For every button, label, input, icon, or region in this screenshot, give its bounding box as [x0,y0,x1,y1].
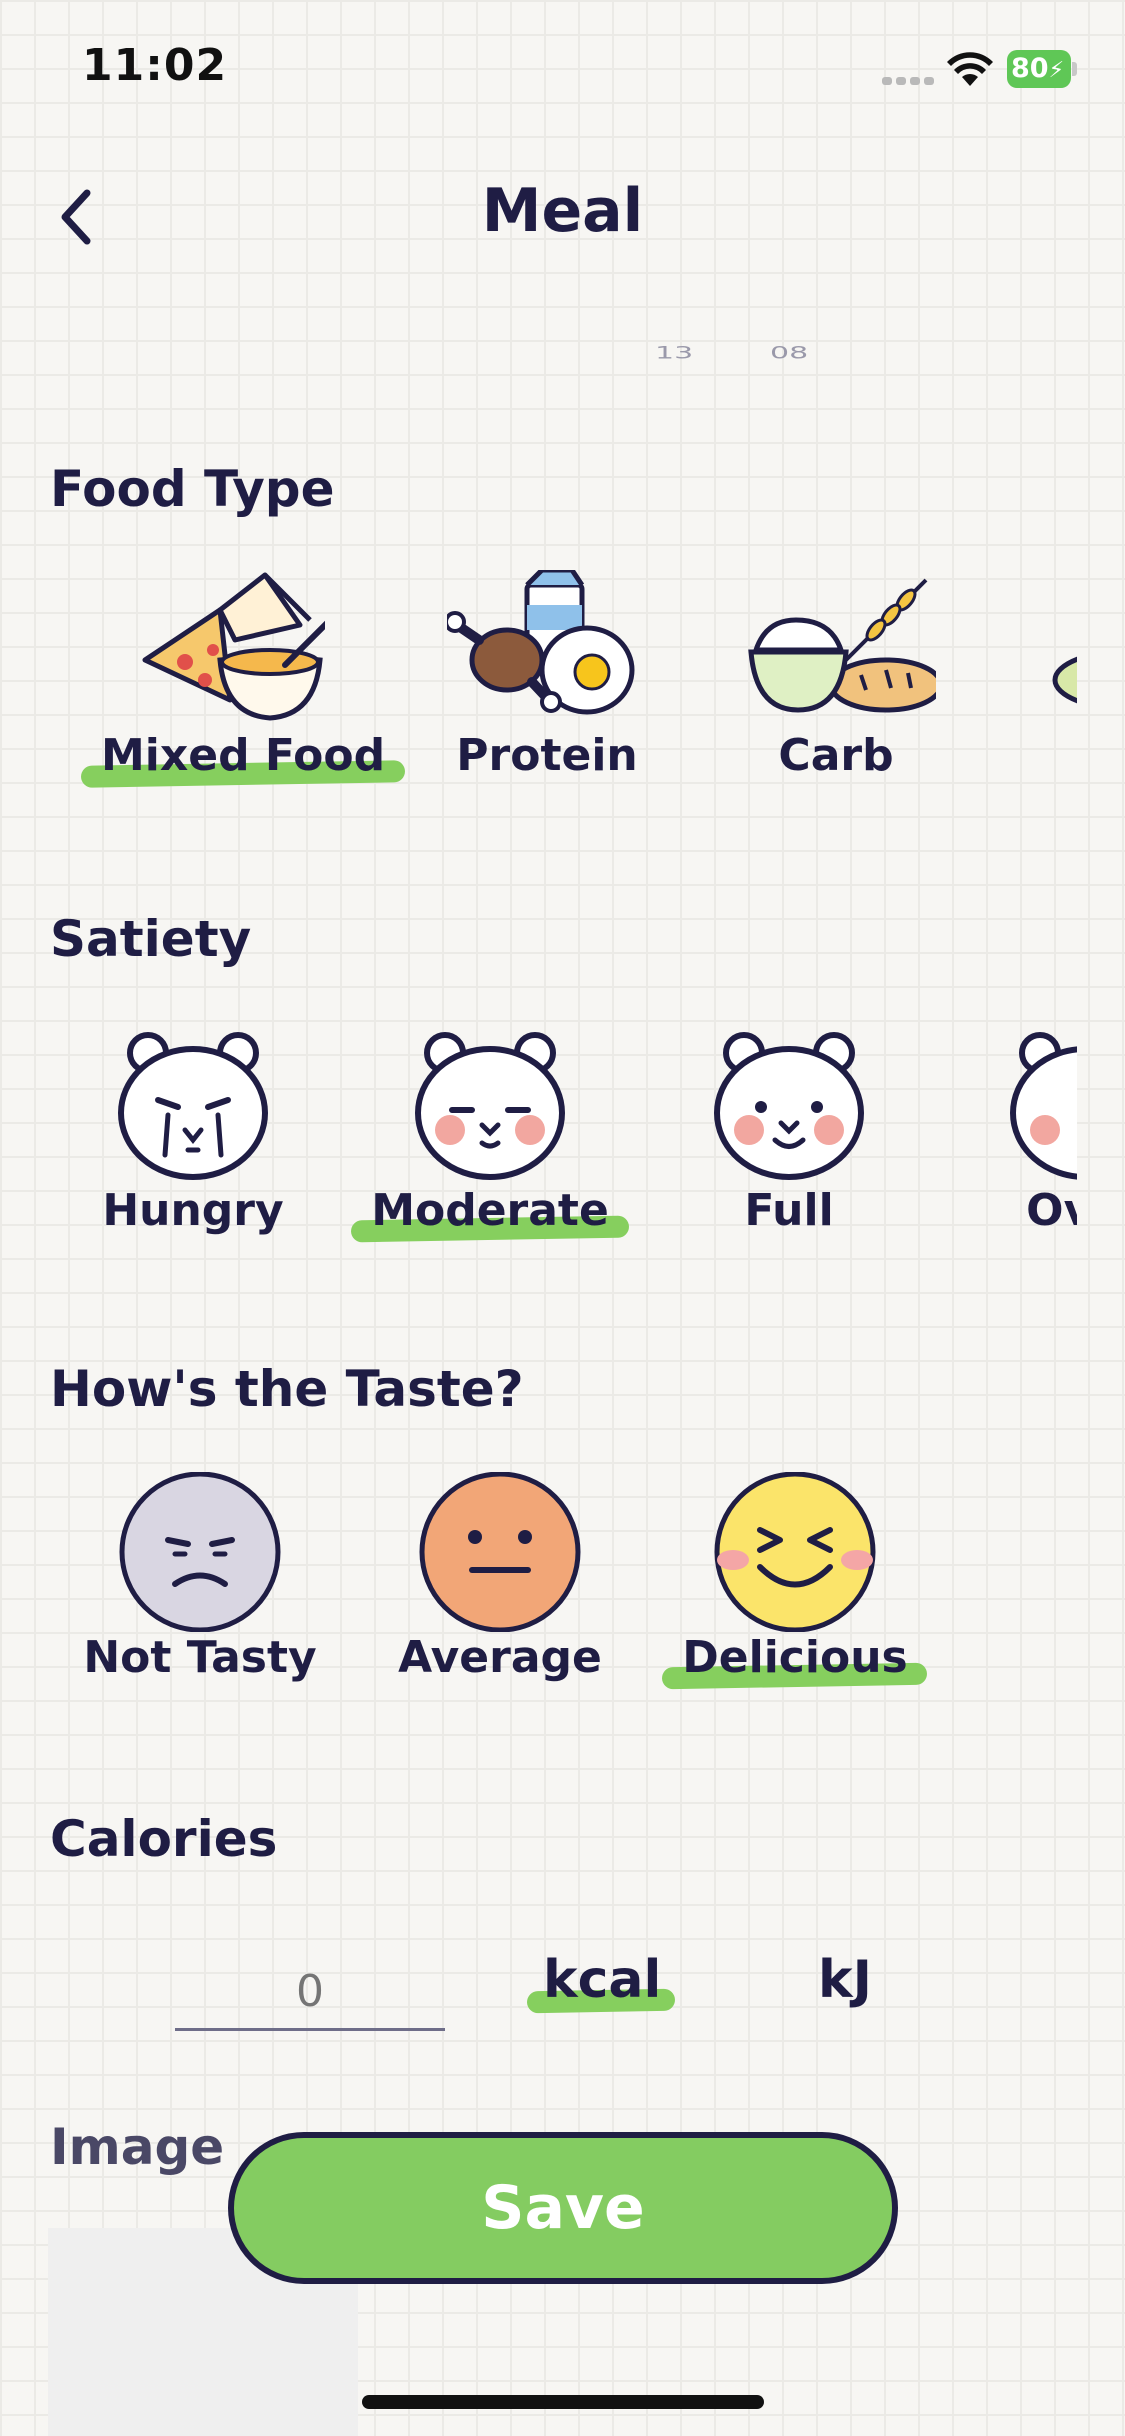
time-picker-hour[interactable]: 13 [655,344,693,363]
wifi-icon [947,52,993,86]
full-bear-icon [714,1032,864,1180]
taste-option-label: Delicious [676,1632,913,1683]
satiety-option-moderate[interactable]: Moderate [360,1025,620,1236]
taste-option-not-tasty[interactable]: Not Tasty [70,1472,330,1683]
home-indicator [362,2395,764,2409]
satiety-option-hungry[interactable]: Hungry [63,1025,323,1236]
unit-kj[interactable]: kJ [818,1950,872,2010]
satiety-title: Satiety [50,910,252,968]
satiety-option-label: Full [744,1185,834,1236]
carb-icon [748,578,936,713]
calories-title: Calories [50,1810,278,1868]
status-time: 11:02 [82,40,228,91]
protein-icon [447,570,635,715]
satiety-option-over[interactable]: Over [955,1025,1077,1236]
mixed-food-icon [142,572,325,721]
taste-row: Not Tasty Average Delicious [0,1472,1077,1712]
page-title: Meal [481,176,644,246]
status-bar: 11:02 80⚡ [0,0,1125,140]
food-option-partial[interactable] [1005,570,1077,730]
battery-level: 80 [1011,53,1049,84]
image-title: Image [50,2118,225,2176]
battery-icon: 80⚡ [1007,50,1077,88]
signal-icon [882,77,934,87]
satiety-option-full[interactable]: Full [659,1025,919,1236]
hungry-bear-icon [118,1032,268,1180]
food-type-row: Mixed Food Protein Carb [0,570,1077,810]
satiety-option-label: Over [1026,1185,1077,1236]
average-face-icon [419,1472,581,1632]
satiety-option-label: Hungry [102,1185,284,1236]
satiety-option-label: Moderate [365,1185,615,1236]
taste-option-delicious[interactable]: Delicious [665,1472,925,1683]
food-option-label: Carb [778,730,894,781]
unit-kcal[interactable]: kcal [543,1950,661,2010]
taste-option-label: Average [398,1632,602,1683]
calories-input[interactable] [175,1955,445,2031]
moderate-bear-icon [415,1032,565,1180]
taste-option-label: Not Tasty [83,1632,317,1683]
not-tasty-face-icon [119,1472,281,1632]
food-option-carb[interactable]: Carb [706,570,966,781]
delicious-face-icon [714,1472,876,1632]
food-icon-partial [1052,656,1077,704]
satiety-row: Hungry Moderate Full Over [0,1025,1077,1265]
save-button[interactable]: Save [228,2132,898,2284]
food-option-label: Mixed Food [95,730,391,781]
food-option-label: Protein [456,730,638,781]
taste-option-average[interactable]: Average [370,1472,630,1683]
food-option-mixed[interactable]: Mixed Food [95,570,385,781]
taste-title: How's the Taste? [50,1360,524,1418]
food-type-title: Food Type [50,460,335,518]
time-picker-minute[interactable]: 08 [770,344,808,363]
food-option-protein[interactable]: Protein [417,570,677,781]
over-bear-icon [1010,1032,1077,1180]
